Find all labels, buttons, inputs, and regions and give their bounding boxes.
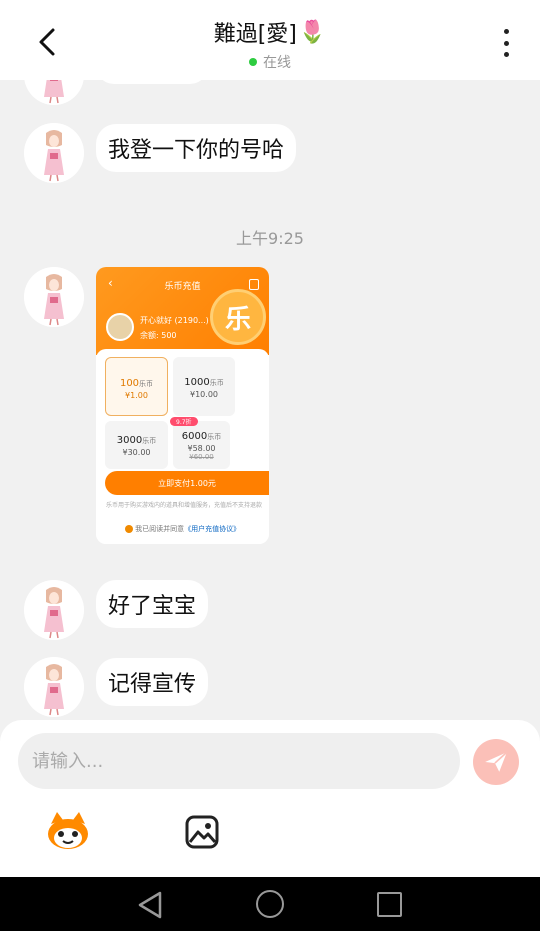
message-input[interactable]: [18, 733, 460, 789]
recharge-screen-header: ‹ 乐币充值 乐 开心就好 (2190...) 余额: 500: [96, 267, 269, 355]
contact-avatar[interactable]: [24, 657, 84, 717]
girl-avatar-icon: [24, 267, 84, 327]
girl-avatar-icon: [24, 80, 84, 105]
message-bubble[interactable]: 记得宣传: [96, 658, 209, 706]
send-icon: [485, 751, 508, 772]
contact-name-text: 難過[愛]: [213, 22, 297, 47]
image-button[interactable]: [184, 814, 220, 850]
contact-avatar[interactable]: [24, 80, 84, 105]
contact-name: 難過[愛] 🌷: [214, 16, 327, 48]
previous-emoji-bubble[interactable]: [96, 80, 208, 84]
system-nav-bar: [0, 877, 540, 931]
tulip-emoji: 🌷: [298, 19, 327, 45]
image-message[interactable]: ‹ 乐币充值 乐 开心就好 (2190...) 余额: 500 100乐币 ¥1…: [96, 267, 269, 544]
composer-panel: [0, 720, 540, 877]
user-avatar: [106, 313, 134, 341]
contact-avatar[interactable]: [24, 123, 84, 183]
online-status: 在线: [249, 52, 291, 72]
message-timestamp: 上午9:25: [236, 229, 304, 248]
agreement-line: 我已阅读并同意《用户充值协议》: [96, 524, 269, 534]
document-icon: [249, 279, 259, 290]
girl-avatar-icon: [24, 657, 84, 717]
online-status-text: 在线: [263, 55, 291, 71]
recharge-note: 乐币用于购买游戏内的道具和增值服务，充值后不支持退款: [105, 502, 262, 509]
package-option: 1000乐币 ¥10.00: [173, 357, 235, 416]
image-icon: [185, 815, 219, 849]
recharge-balance: 余额: 500: [140, 331, 177, 340]
discount-tag: 9.7折: [170, 417, 198, 426]
recharge-user-name: 开心就好 (2190...): [140, 316, 209, 325]
more-options-button[interactable]: [496, 26, 516, 60]
package-option: 3000乐币 ¥30.00: [105, 421, 168, 469]
vertical-dots-icon: [503, 29, 509, 34]
nav-back-icon[interactable]: [136, 890, 164, 920]
online-dot: [249, 58, 257, 66]
contact-avatar[interactable]: [24, 580, 84, 640]
contact-avatar[interactable]: [24, 267, 84, 327]
send-button[interactable]: [473, 739, 519, 785]
mascot-emoji-icon: [48, 812, 88, 849]
message-bubble[interactable]: 我登一下你的号哈: [96, 124, 297, 172]
nav-home-icon[interactable]: [256, 890, 284, 918]
message-bubble[interactable]: 好了宝宝: [96, 580, 209, 628]
coin-icon: 乐: [210, 289, 266, 345]
check-icon: [124, 525, 133, 533]
recharge-screen-body: 100乐币 ¥1.00 1000乐币 ¥10.00 3000乐币 ¥30.00 …: [96, 349, 269, 544]
nav-recents-icon[interactable]: [377, 892, 402, 917]
chat-title-block: 難過[愛] 🌷 在线: [0, 16, 540, 72]
message-list[interactable]: 我登一下你的号哈 上午9:25 ‹ 乐币充值 乐 开心就好 (2190...) …: [0, 80, 540, 720]
girl-avatar-icon: [24, 123, 84, 183]
emoji-button[interactable]: [45, 810, 91, 850]
pay-now-button: 立即支付1.00元: [105, 471, 269, 495]
package-option: 9.7折 6000乐币 ¥58.00 ¥60.00: [170, 417, 230, 469]
chat-header: 難過[愛] 🌷 在线: [0, 0, 540, 80]
girl-avatar-icon: [24, 580, 84, 640]
package-option: 100乐币 ¥1.00: [105, 357, 168, 416]
